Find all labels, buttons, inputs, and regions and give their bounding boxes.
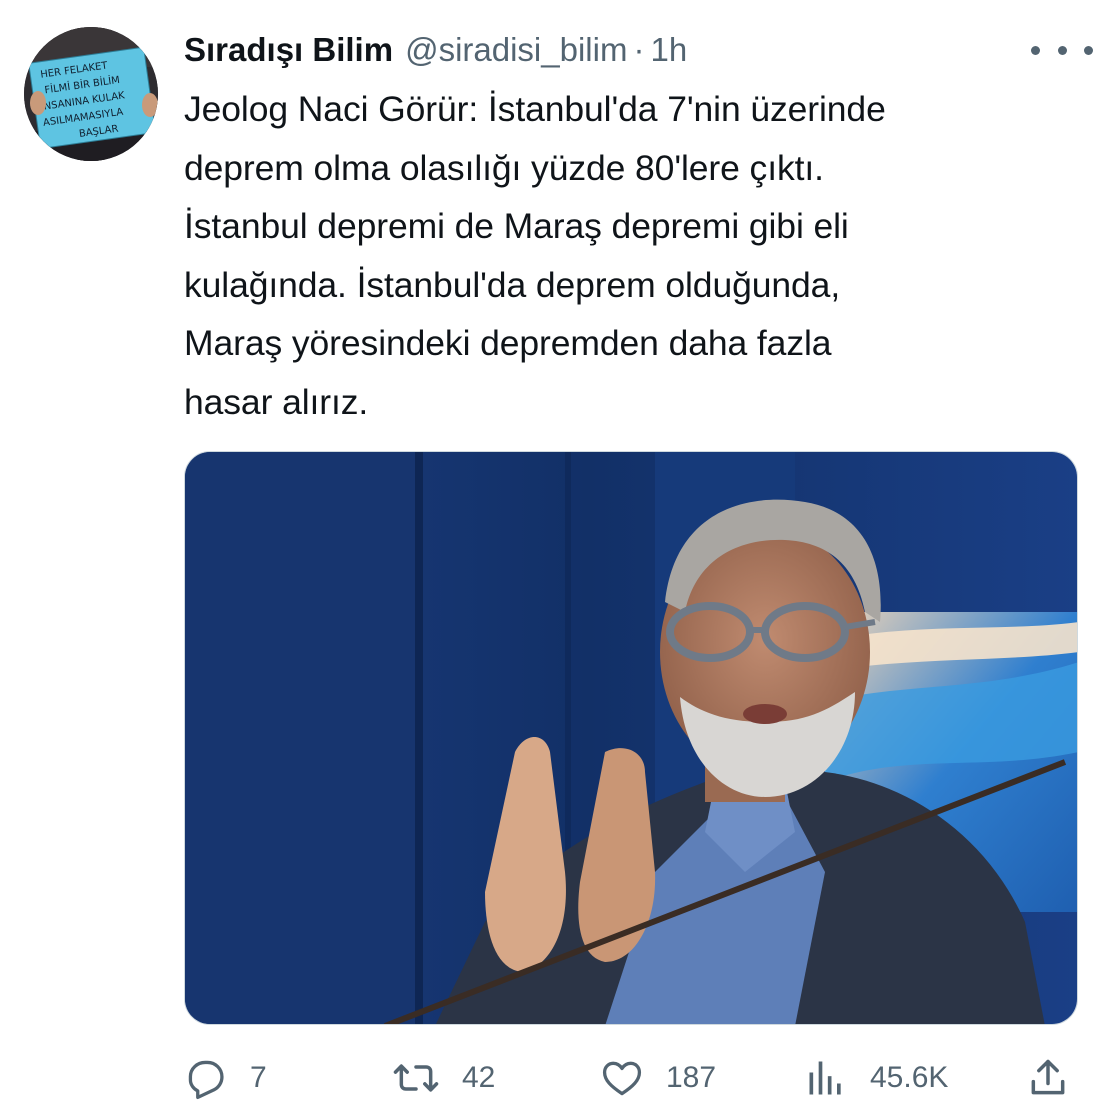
tweet-header: Sıradışı Bilim @siradisi_bilim · 1h — [184, 28, 687, 72]
share-button[interactable] — [1026, 1050, 1070, 1106]
like-button[interactable]: 187 — [600, 1050, 716, 1106]
views-button[interactable]: 45.6K — [804, 1050, 948, 1106]
tweet-media[interactable] — [184, 451, 1078, 1025]
separator-dot: · — [633, 31, 645, 68]
retweet-button[interactable]: 42 — [392, 1050, 495, 1106]
views-icon — [809, 1061, 841, 1095]
avatar-image: HER FELAKET FİLMİ BİR BİLİM İNSANINA KUL… — [24, 27, 158, 161]
reply-button[interactable]: 7 — [184, 1050, 267, 1106]
reply-icon — [188, 1060, 224, 1100]
tweet-actions: 7 42 187 45.6K — [184, 1050, 1078, 1106]
like-icon — [602, 1061, 642, 1096]
avatar[interactable]: HER FELAKET FİLMİ BİR BİLİM İNSANINA KUL… — [24, 27, 158, 161]
reply-count: 7 — [250, 1061, 267, 1094]
retweet-count: 42 — [462, 1061, 496, 1094]
retweet-icon — [393, 1064, 439, 1092]
share-icon — [1031, 1059, 1065, 1095]
media-photo — [185, 452, 1077, 1024]
views-count: 45.6K — [870, 1061, 949, 1094]
user-handle[interactable]: @siradisi_bilim — [405, 31, 627, 69]
like-count: 187 — [666, 1061, 717, 1094]
display-name[interactable]: Sıradışı Bilim — [184, 31, 393, 69]
tweet-text: Jeolog Naci Görür: İstanbul'da 7'nin üze… — [184, 89, 886, 422]
more-options-icon[interactable] — [1031, 30, 1093, 70]
tweet[interactable]: HER FELAKET FİLMİ BİR BİLİM İNSANINA KUL… — [0, 0, 1115, 1100]
timestamp[interactable]: 1h — [650, 31, 687, 69]
